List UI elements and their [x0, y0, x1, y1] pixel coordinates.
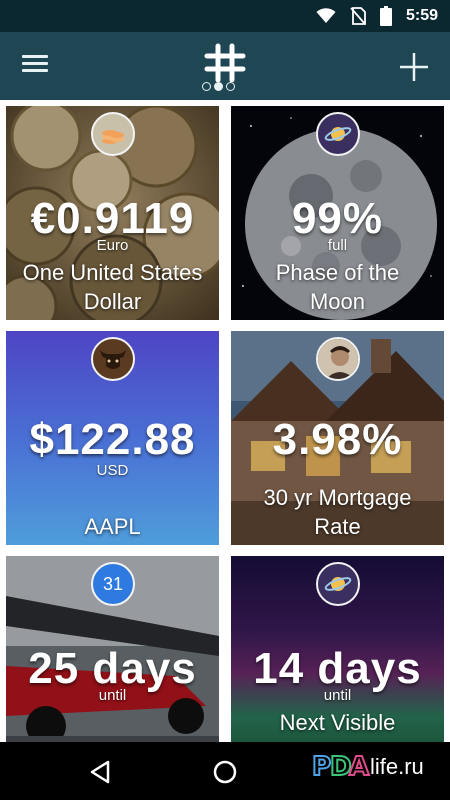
tile-unit: until [98, 687, 127, 704]
page-dot[interactable] [226, 82, 235, 91]
tile-countdown[interactable]: 31 25 days until [6, 556, 219, 742]
tile-title: AAPL [84, 514, 141, 539]
tile-title: Next Visible [279, 710, 396, 735]
tile-title: One United States Dollar [22, 260, 203, 314]
saturn-icon [316, 562, 360, 606]
no-sim-icon [350, 7, 366, 25]
coins-icon [91, 112, 135, 156]
tile-moon-phase[interactable]: 99% full Phase of the Moon [231, 106, 444, 320]
tile-title: Phase of the Moon [275, 260, 400, 314]
battery-icon [379, 6, 392, 26]
hamburger-icon[interactable] [18, 52, 52, 80]
bull-icon [91, 337, 135, 381]
tile-stock[interactable]: $122.88 USD AAPL [6, 331, 219, 545]
tile-unit: USD [96, 462, 129, 479]
tile-unit: Euro [96, 237, 129, 254]
status-time: 5:59 [405, 7, 438, 24]
tile-value: $122.88 [29, 415, 196, 464]
svg-text:A: A [349, 752, 369, 782]
back-triangle-icon[interactable] [86, 758, 114, 786]
tile-currency[interactable]: €0.9119 Euro One United States Dollar [6, 106, 219, 320]
calendar-icon: 31 [91, 562, 135, 606]
wifi-icon [316, 8, 336, 23]
tile-unit: full [327, 237, 348, 254]
plus-icon[interactable] [398, 51, 430, 83]
tile-unit: until [323, 687, 352, 704]
app-bar [0, 32, 450, 100]
page-dot[interactable] [202, 82, 211, 91]
page-dot-active[interactable] [214, 82, 223, 91]
tile-value: 3.98% [272, 415, 403, 464]
home-circle-icon[interactable] [211, 758, 239, 786]
page-indicator[interactable] [202, 82, 235, 91]
tile-grid: €0.9119 Euro One United States Dollar 99… [0, 100, 450, 742]
hash-logo-icon [204, 43, 246, 82]
watermark-text: life.ru [370, 754, 424, 779]
person-avatar-icon [316, 337, 360, 381]
pdalife-watermark-logo: P D A life.ru [312, 751, 424, 783]
status-bar: 5:59 [0, 0, 450, 32]
saturn-icon [316, 112, 360, 156]
svg-text:P: P [312, 752, 331, 782]
tile-title: 30 yr Mortgage Rate [263, 485, 412, 539]
tile-aurora[interactable]: 14 days until Next Visible [231, 556, 444, 742]
tile-mortgage[interactable]: 3.98% 30 yr Mortgage Rate [231, 331, 444, 545]
calendar-day: 31 [102, 573, 124, 594]
